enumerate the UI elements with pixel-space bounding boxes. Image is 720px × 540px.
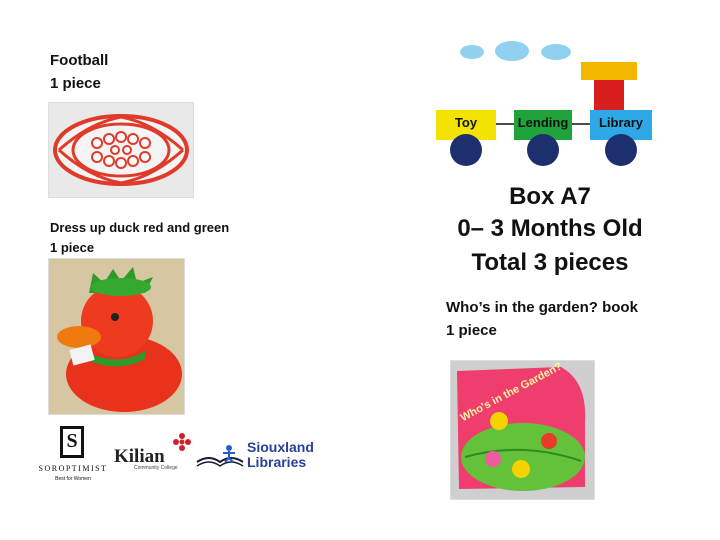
- soroptimist-logo: S SOROPTIMIST Best for Women: [30, 424, 116, 502]
- cloud-icon: [460, 41, 571, 61]
- reader-book-icon: [196, 445, 244, 467]
- train-car-library: Library: [598, 115, 644, 130]
- item-book-qty: 1 piece: [446, 322, 497, 339]
- item-book-title: Who’s in the garden? book: [446, 299, 638, 316]
- soroptimist-tagline: Best for Women: [55, 476, 91, 482]
- item-duck-qty: 1 piece: [50, 240, 95, 255]
- box-total: Total 3 pieces: [471, 249, 629, 276]
- box-name: Box A7: [509, 183, 591, 210]
- toy-lending-train: Toy Lending Library: [430, 38, 660, 168]
- siouxland-line2: Libraries: [247, 454, 307, 470]
- kilian-logo: Kilian Community College: [114, 432, 196, 472]
- book-photo: Who's in the Garden?: [450, 360, 595, 500]
- siouxland-line1: Siouxland: [247, 439, 314, 455]
- train-car-toy: Toy: [454, 115, 478, 130]
- soroptimist-emblem: S: [66, 430, 78, 452]
- duck-photo: [48, 258, 185, 415]
- football-photo: [48, 102, 194, 198]
- kilian-flower-icon: [173, 433, 191, 451]
- item-football-title: Football: [50, 52, 109, 69]
- siouxland-logo: Siouxland Libraries: [195, 440, 335, 474]
- kilian-sub: Community College: [134, 465, 178, 471]
- item-football-qty: 1 piece: [50, 75, 101, 92]
- train-car-lending: Lending: [517, 115, 569, 130]
- item-duck-title: Dress up duck red and green: [50, 220, 230, 235]
- soroptimist-name: SOROPTIMIST: [38, 464, 108, 473]
- box-age: 0– 3 Months Old: [457, 215, 643, 242]
